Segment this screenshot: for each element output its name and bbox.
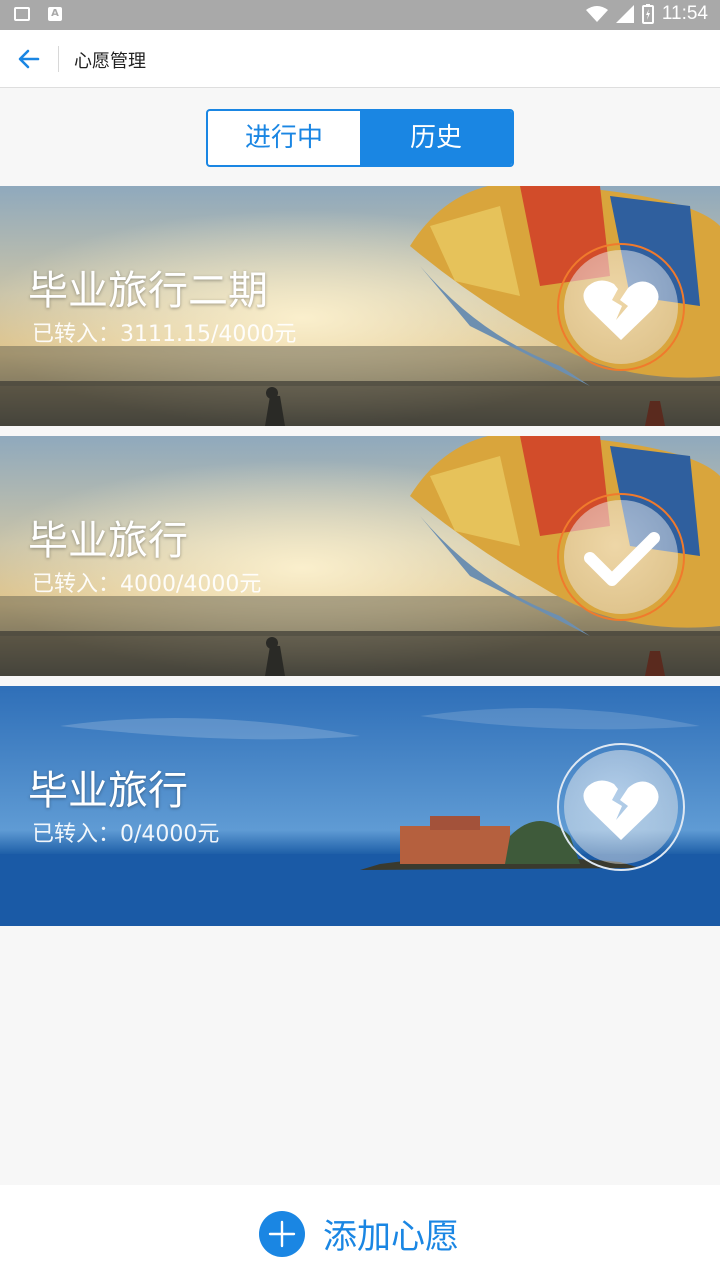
add-wish-label: 添加心愿 [323,1217,459,1257]
wish-card[interactable]: 毕业旅行 已转入：4000/4000元 [0,436,720,676]
wifi-icon [585,6,608,22]
wish-progress: 已转入：4000/4000元 [32,572,262,597]
app-header: 心愿管理 [0,30,720,88]
wish-card[interactable]: 毕业旅行二期 已转入：3111.15/4000元 [0,186,720,426]
broken-heart-icon [583,780,659,840]
broken-heart-icon [583,280,659,340]
tab-in-progress[interactable]: 进行中 [208,111,360,165]
wish-title: 毕业旅行二期 [28,268,268,314]
header-divider [58,46,59,72]
battery-icon [641,4,654,24]
a-notification-icon: A [48,7,62,21]
wish-status-badge [556,492,686,622]
plus-icon [259,1210,305,1257]
image-notification-icon [14,7,30,21]
wish-status-badge [556,242,686,372]
page-title: 心愿管理 [74,51,146,72]
signal-icon [615,5,634,23]
wish-progress: 已转入：0/4000元 [32,822,220,847]
tab-history[interactable]: 历史 [360,111,512,165]
checkmark-icon [584,532,660,586]
wish-progress: 已转入：3111.15/4000元 [32,322,297,347]
wish-status-badge [556,742,686,872]
wish-title: 毕业旅行 [28,768,188,814]
add-wish-button[interactable]: 添加心愿 [259,1209,459,1258]
clock: 11:54 [661,3,708,24]
bottom-bar: 添加心愿 [0,1185,720,1280]
status-bar: A 11:54 [0,0,720,30]
wish-card[interactable]: 毕业旅行 已转入：0/4000元 [0,686,720,926]
wish-title: 毕业旅行 [28,518,188,564]
tab-switcher: 进行中 历史 [206,109,514,167]
back-arrow-icon[interactable] [12,42,46,76]
